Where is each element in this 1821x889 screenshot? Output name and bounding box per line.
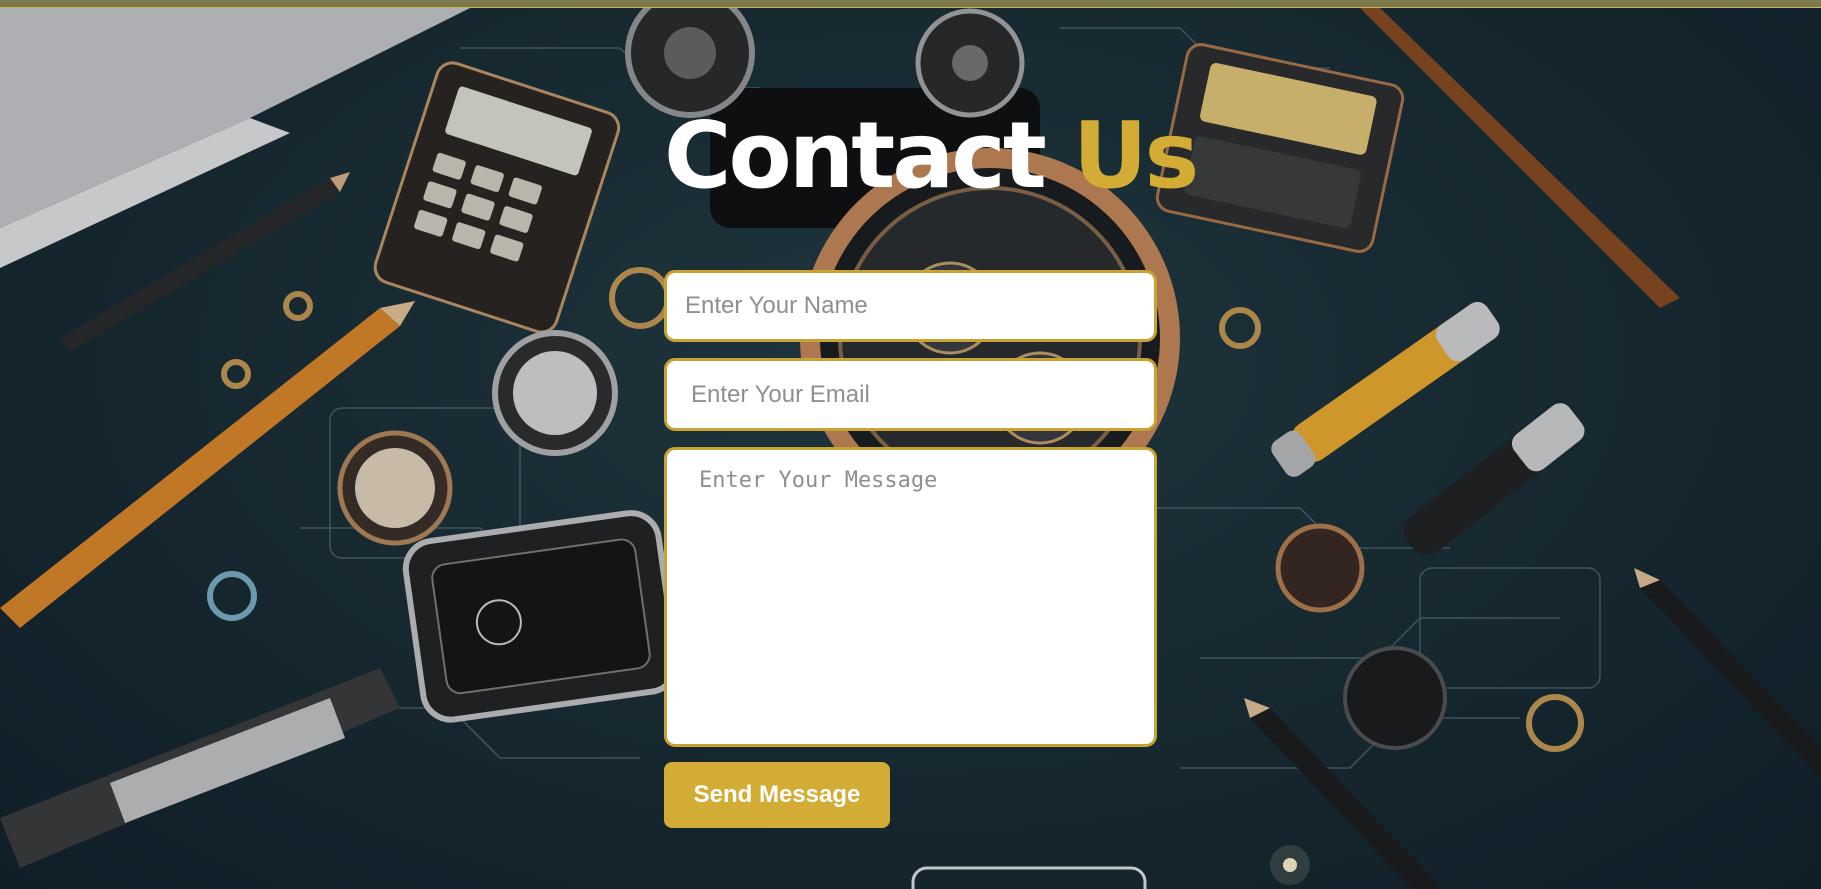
top-border	[0, 0, 1821, 8]
send-message-button[interactable]: Send Message	[664, 762, 890, 828]
name-input[interactable]	[664, 270, 1157, 342]
page-title-contact: Contact	[664, 102, 1047, 209]
email-input[interactable]	[664, 358, 1157, 431]
message-textarea[interactable]	[664, 447, 1157, 747]
page-title: Contact Us	[664, 96, 1199, 216]
page-title-us: Us	[1072, 102, 1199, 209]
